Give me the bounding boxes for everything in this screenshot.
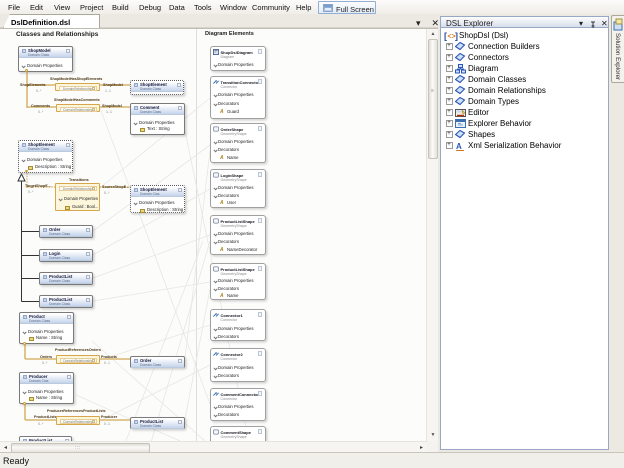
svg-text:A: A [456, 142, 462, 151]
svg-text:]: ] [455, 31, 458, 41]
